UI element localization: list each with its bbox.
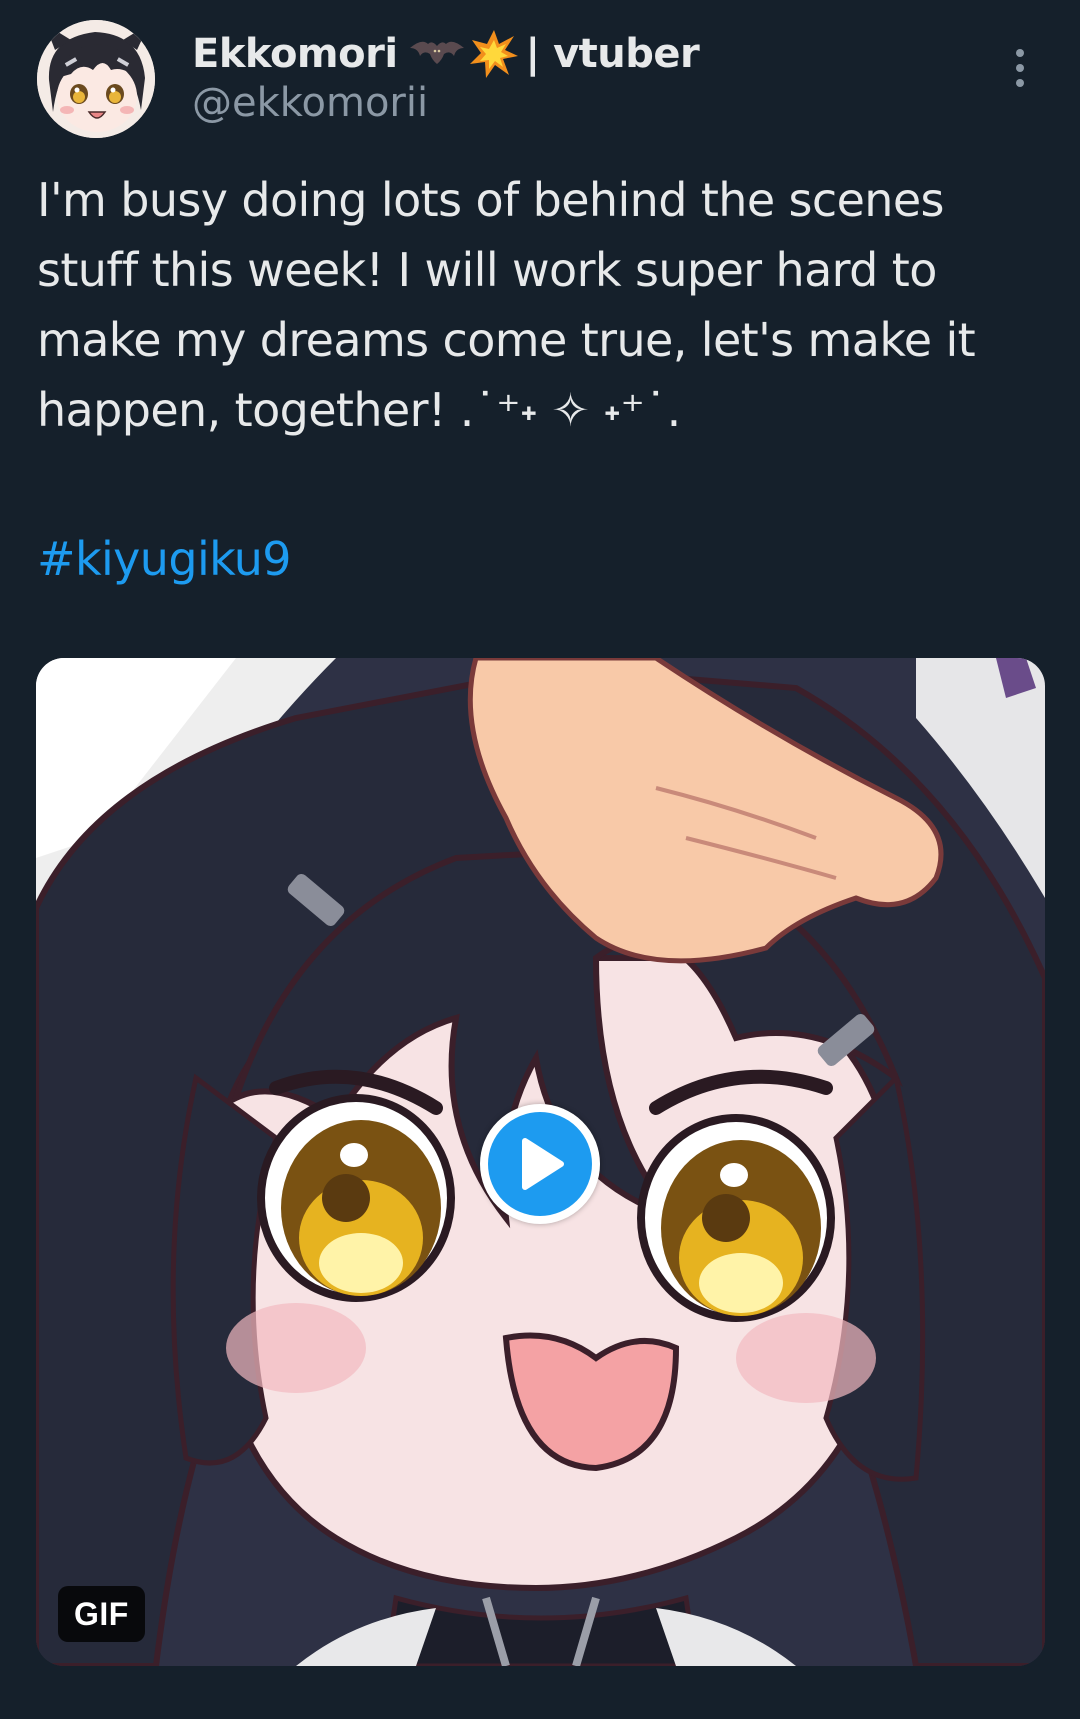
more-dot — [1016, 79, 1024, 87]
tweet-text-line: I'm busy doing lots of behind the scenes — [37, 173, 945, 227]
author-handle[interactable]: @ekkomorii — [192, 80, 428, 126]
more-dot — [1016, 64, 1024, 72]
more-dot — [1016, 49, 1024, 57]
author-name-line[interactable]: Ekkomori | vtuber — [192, 26, 700, 82]
collision-emoji-icon — [468, 28, 520, 80]
author-display-name[interactable]: Ekkomori — [192, 31, 398, 77]
author-avatar[interactable] — [37, 20, 155, 138]
author-name-suffix: | vtuber — [525, 31, 700, 77]
hashtag-link[interactable]: #kiyugiku9 — [37, 532, 292, 586]
play-icon — [488, 1112, 592, 1216]
tweet-text: I'm busy doing lots of behind the scenes… — [37, 165, 1047, 445]
avatar-image — [37, 20, 155, 138]
tweet-card: Ekkomori | vtuber @ekkomorii I'm busy do… — [0, 0, 1080, 1719]
more-options-icon[interactable] — [1000, 40, 1040, 96]
tweet-text-line: make my dreams come true, let's make it — [37, 313, 976, 367]
tweet-text-line: stuff this week! I will work super hard … — [37, 243, 937, 297]
gif-media[interactable]: GIF — [36, 658, 1045, 1666]
play-button[interactable] — [480, 1104, 600, 1224]
gif-badge: GIF — [58, 1586, 145, 1642]
tweet-text-line: happen, together! .˙⁺˖ ✧ ˖⁺˙. — [37, 383, 681, 437]
bat-emoji-icon — [408, 36, 466, 72]
